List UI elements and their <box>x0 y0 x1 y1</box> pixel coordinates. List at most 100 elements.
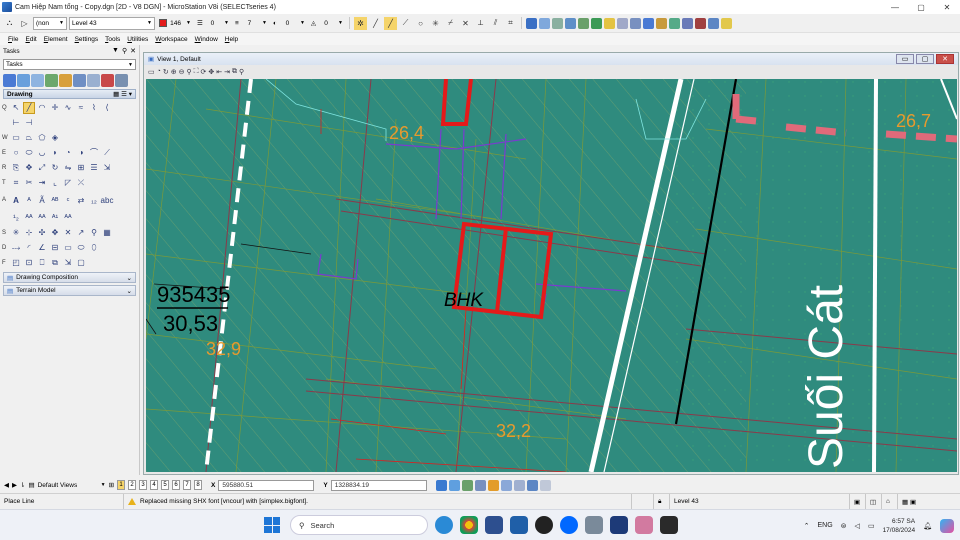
copilot-icon[interactable] <box>940 518 954 533</box>
delete-pattern-icon[interactable]: ✕ <box>62 227 74 239</box>
task-8-icon[interactable] <box>101 74 114 87</box>
place-line-icon[interactable]: ╱ <box>384 16 397 30</box>
microstation-taskbar-icon[interactable] <box>510 516 528 534</box>
app-icon-7[interactable] <box>585 516 603 534</box>
show-hidden-icon[interactable]: ⌃ <box>804 522 810 530</box>
chrome-icon[interactable] <box>460 516 478 534</box>
fill-icon[interactable]: ✥ <box>49 227 61 239</box>
clock[interactable]: 6:57 SA 17/08/2024 <box>883 517 916 535</box>
window-area-icon[interactable]: ⚲ <box>186 68 191 76</box>
taskbar-search[interactable]: ⚲ Search <box>290 515 428 535</box>
scale-icon[interactable]: ⤢ <box>36 162 48 174</box>
zalo-icon[interactable] <box>560 516 578 534</box>
place-text-icon[interactable]: A <box>10 194 22 206</box>
cad-drawing[interactable]: 935435 30,53 26,4 26,7 32,9 32,2 BHK Suố… <box>146 79 957 472</box>
expand-icon[interactable]: ⌄ <box>127 274 132 282</box>
polyline-icon[interactable]: ∿ <box>62 102 74 114</box>
view-button-1[interactable]: 1 <box>117 480 126 490</box>
back-icon[interactable]: ◀ <box>4 481 9 489</box>
fence-icon[interactable] <box>617 17 628 29</box>
x-coordinate[interactable]: 595880.51 <box>218 479 315 491</box>
keypoint-icon[interactable]: ⌗ <box>504 17 517 30</box>
copy-view-icon[interactable]: ⧉ <box>232 68 237 76</box>
measure-icon[interactable] <box>656 17 667 29</box>
multiline-icon[interactable]: ≈ <box>75 102 87 114</box>
menu-file[interactable]: File <box>8 36 19 43</box>
midpoint-icon[interactable]: ⌿ <box>444 17 457 30</box>
place-smartline-icon[interactable]: ╱ <box>23 101 35 114</box>
arc-tool-icon[interactable]: ◡ <box>36 147 48 159</box>
color-combo[interactable]: 146 ▼ <box>157 17 193 30</box>
stretch-icon[interactable]: ⇲ <box>101 162 113 174</box>
task-7-icon[interactable] <box>87 74 100 87</box>
windows-start-icon[interactable] <box>264 517 280 533</box>
circle-tool-icon[interactable]: ○ <box>10 147 22 159</box>
volume-icon[interactable]: ◁ <box>855 522 860 530</box>
arrow-icon[interactable]: ▷ <box>18 17 31 30</box>
view-attributes-icon[interactable]: ▭ <box>148 68 155 76</box>
language-indicator[interactable]: ENG <box>818 522 833 529</box>
arc-angle-icon[interactable]: ⌒ <box>88 147 100 159</box>
camera-icon[interactable]: ⚲ <box>239 68 244 76</box>
app-icon-9[interactable] <box>635 516 653 534</box>
line-tool-icon[interactable]: ╱ <box>369 17 382 30</box>
tangent-icon[interactable]: ⟂ <box>474 17 487 30</box>
display-icon-8[interactable] <box>526 479 538 491</box>
curve-icon[interactable]: ⌇ <box>88 102 100 114</box>
cell-replace-icon[interactable]: ⧉ <box>49 257 61 269</box>
view-maximize-button[interactable]: ▢ <box>916 54 934 64</box>
locks-icon[interactable] <box>669 17 680 29</box>
display-icon-7[interactable] <box>513 479 525 491</box>
crosshatch-icon[interactable]: ✣ <box>36 227 48 239</box>
menu-element[interactable]: Element <box>44 36 68 43</box>
save-status-icon[interactable]: ▣ <box>850 493 866 510</box>
chevron-down-icon[interactable]: ▼ <box>101 482 106 488</box>
measure-volume-icon[interactable]: ⬭ <box>75 242 87 254</box>
view-attributes-icon[interactable] <box>539 17 550 29</box>
home-icon[interactable]: ⌂ <box>882 493 898 510</box>
cell-edit-icon[interactable]: ⎕ <box>36 257 48 269</box>
view-button-4[interactable]: 4 <box>150 480 159 490</box>
saved-views-icon[interactable]: ▤ <box>28 481 34 489</box>
place-arc-icon[interactable]: ◠ <box>36 102 48 114</box>
task-9-icon[interactable] <box>115 74 128 87</box>
modify-icon[interactable]: ⌗ <box>10 177 22 189</box>
menu-window[interactable]: Window <box>195 36 218 43</box>
zoom-out-icon[interactable]: ⊖ <box>179 68 185 76</box>
menu-settings[interactable]: Settings <box>75 36 99 43</box>
view-close-button[interactable]: ✕ <box>936 54 954 64</box>
menu-help[interactable]: Help <box>225 36 238 43</box>
display-icon-5[interactable] <box>487 479 499 491</box>
mirror-icon[interactable]: ⇋ <box>62 162 74 174</box>
star-icon[interactable]: ✳ <box>429 17 442 30</box>
close-button[interactable]: ✕ <box>934 0 960 14</box>
parallel-icon[interactable]: ⫽ <box>489 17 502 30</box>
drawing-task-icon[interactable] <box>3 74 16 87</box>
text-spell-icon[interactable]: abc <box>101 194 114 206</box>
dimension-2-icon[interactable]: ⊣ <box>23 117 35 129</box>
trim-icon[interactable]: ✂ <box>23 177 35 189</box>
line-style-combo[interactable]: ☰ 0 ▼ <box>195 17 231 30</box>
shape-icon[interactable]: ⏢ <box>23 132 35 144</box>
select-element-icon[interactable]: ↖ <box>10 102 22 114</box>
menu-edit[interactable]: Edit <box>26 36 37 43</box>
accudraw-icon[interactable] <box>721 17 732 29</box>
align-icon[interactable]: ☰ <box>88 162 100 174</box>
lock-icon[interactable]: 🔒︎ <box>654 493 670 510</box>
snapshot-icon[interactable] <box>682 17 693 29</box>
app-icon-8[interactable] <box>610 516 628 534</box>
polygon-icon[interactable]: ⬠ <box>36 132 48 144</box>
close-icon[interactable]: ✕ <box>130 47 136 55</box>
copy-icon[interactable]: ⎘ <box>10 162 22 174</box>
edge-icon[interactable] <box>435 516 453 534</box>
expand-icon[interactable]: ⌄ <box>127 287 132 295</box>
dimension-icon[interactable]: ⊢ <box>10 117 22 129</box>
menu-tools[interactable]: Tools <box>105 36 120 43</box>
pan-view-icon[interactable]: ✥ <box>208 68 214 76</box>
arc-axis-icon[interactable]: ⟋ <box>101 147 113 159</box>
element-selection-icon[interactable]: ⛬ <box>3 17 16 30</box>
display-icon-4[interactable] <box>474 479 486 491</box>
task-4-icon[interactable] <box>45 74 58 87</box>
measure-radius-icon[interactable]: ◜ <box>23 242 35 254</box>
text-increment-icon[interactable]: ᴬ¹ <box>49 212 61 224</box>
